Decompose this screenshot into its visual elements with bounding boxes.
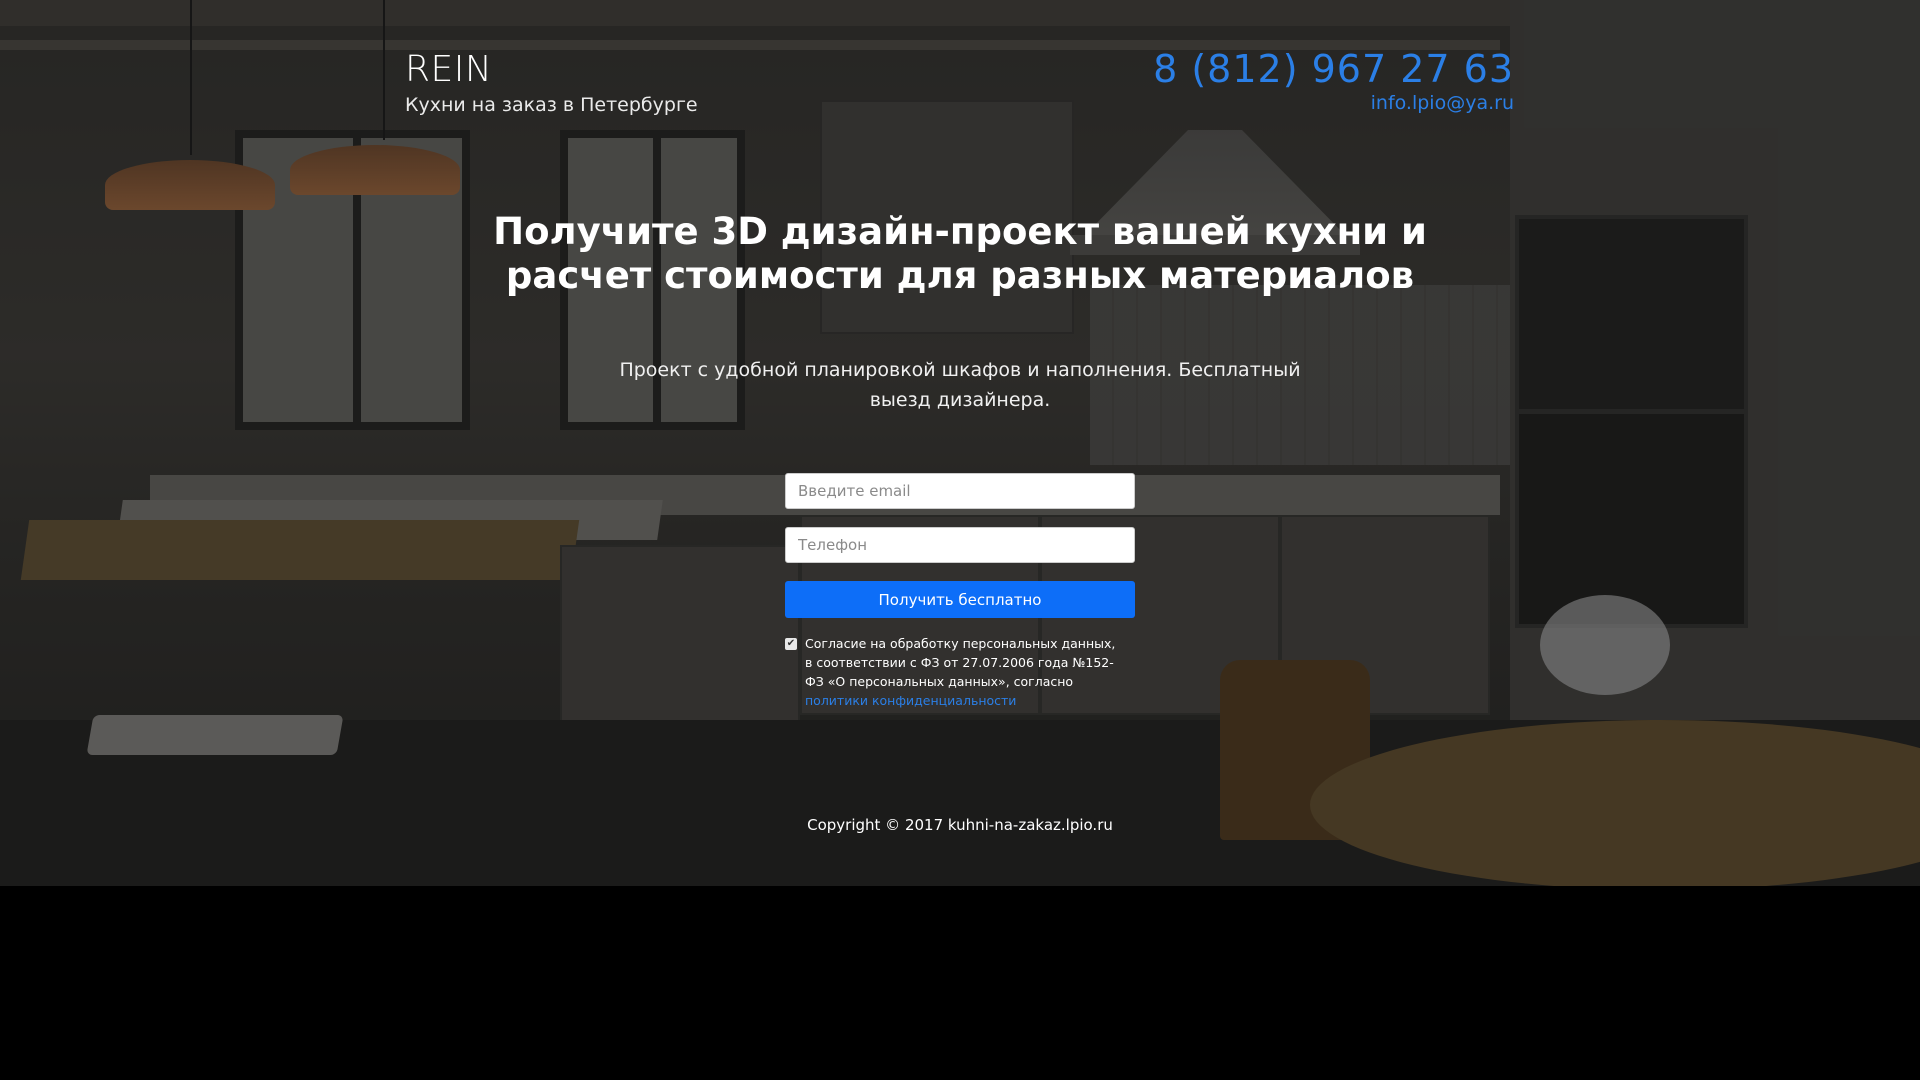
email-link[interactable]: info.lpio@ya.ru (1153, 92, 1514, 114)
consent-checkbox[interactable]: ✔ (785, 638, 797, 650)
lead-form: Получить бесплатно (785, 473, 1135, 618)
hero-headline: Получите 3D дизайн-проект вашей кухни и … (493, 210, 1427, 297)
hero-subtext: Проект с удобной планировкой шкафов и на… (619, 359, 1301, 411)
privacy-policy-link[interactable]: политики конфиденциальности (805, 693, 1016, 708)
brand-name: REIN (405, 49, 493, 90)
brand-block: REIN Кухни на заказ в Петербурге (405, 48, 698, 118)
brand-tagline: Кухни на заказ в Петербурге (405, 94, 698, 116)
get-free-button[interactable]: Получить бесплатно (785, 581, 1135, 618)
email-input[interactable] (785, 473, 1135, 509)
phone-input[interactable] (785, 527, 1135, 563)
phone-link[interactable]: 8 (812) 967 27 63 (1153, 46, 1514, 92)
background-dim-overlay (0, 0, 1920, 886)
consent-block: ✔ Согласие на обработку персональных дан… (785, 634, 1125, 710)
contacts-block: 8 (812) 967 27 63 info.lpio@ya.ru (1153, 46, 1514, 114)
consent-text: Согласие на обработку персональных данны… (805, 636, 1116, 708)
copyright-text: Copyright © 2017 kuhni-na-zakaz.lpio.ru (807, 816, 1113, 834)
